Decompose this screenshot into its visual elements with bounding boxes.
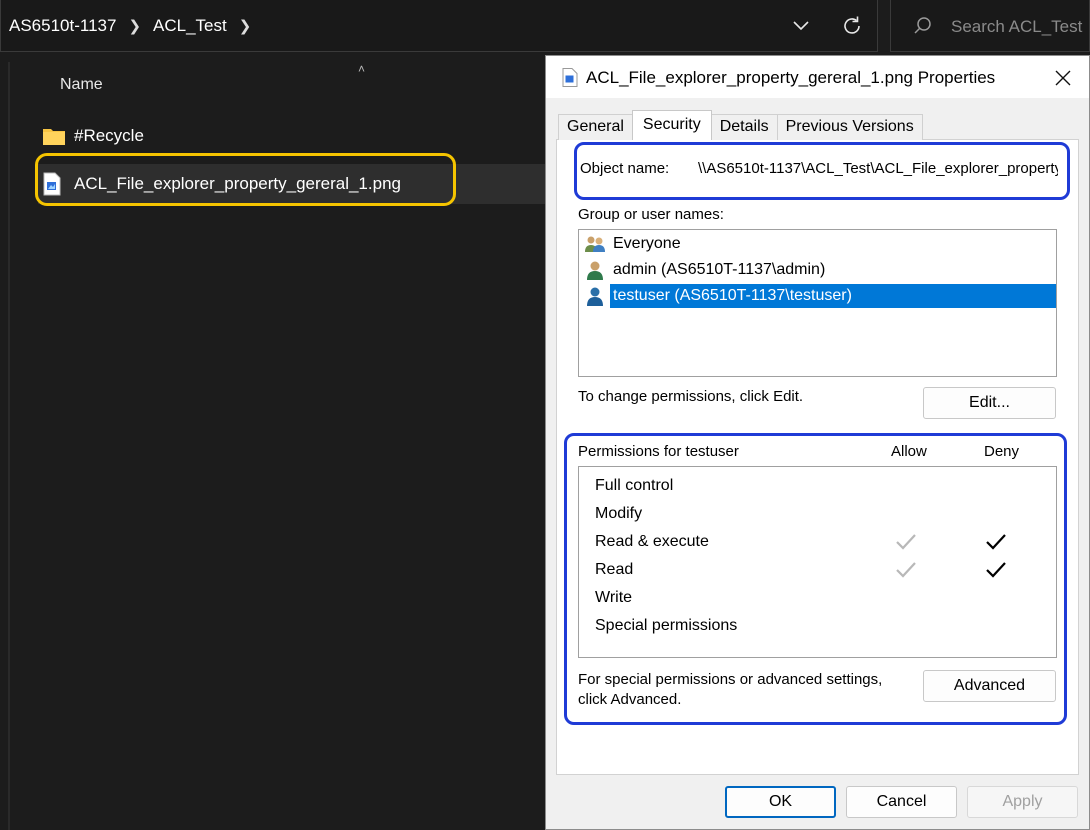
permissions-for-label: Permissions for testuser xyxy=(578,443,739,460)
object-name-box: Object name: \\AS6510t-1137\ACL_Test\ACL… xyxy=(574,142,1070,200)
chevron-right-icon[interactable]: ❯ xyxy=(128,17,141,35)
cancel-button[interactable]: Cancel xyxy=(846,786,957,818)
breadcrumb-item-server[interactable]: AS6510t-1137 xyxy=(9,16,116,36)
allow-read-execute-checkmark-icon xyxy=(896,534,916,550)
permission-read: Read xyxy=(595,561,634,578)
permission-full-control: Full control xyxy=(595,477,674,494)
user-name: Everyone xyxy=(613,235,681,252)
permission-write: Write xyxy=(595,589,633,606)
breadcrumb-item-folder[interactable]: ACL_Test xyxy=(153,16,227,36)
search-box[interactable]: Search ACL_Test xyxy=(890,0,1090,52)
edit-button[interactable]: Edit... xyxy=(923,387,1056,419)
user-icon xyxy=(584,259,606,281)
advanced-hint-line1: For special permissions or advanced sett… xyxy=(578,671,883,688)
list-item-testuser[interactable]: testuser (AS6510T-1137\testuser) xyxy=(584,284,1056,308)
advanced-button[interactable]: Advanced xyxy=(923,670,1056,702)
object-name-label: Object name: xyxy=(580,160,670,177)
group-user-label: Group or user names: xyxy=(578,206,724,223)
list-item[interactable]: #Recycle xyxy=(38,116,550,156)
png-file-icon xyxy=(42,172,66,196)
history-dropdown-button[interactable] xyxy=(787,12,815,40)
column-header-name[interactable]: Name xyxy=(60,76,103,94)
list-item-everyone[interactable]: Everyone xyxy=(584,232,684,256)
search-input[interactable]: Search ACL_Test xyxy=(951,17,1082,37)
refresh-icon xyxy=(844,16,860,34)
user-name: admin (AS6510T-1137\admin) xyxy=(613,261,826,278)
file-name: #Recycle xyxy=(74,126,144,145)
properties-dialog: ACL_File_explorer_property_gereral_1.png… xyxy=(545,55,1090,830)
permission-read-execute: Read & execute xyxy=(595,533,709,550)
breadcrumb: AS6510t-1137 ❯ ACL_Test ❯ xyxy=(9,16,263,36)
close-icon xyxy=(1055,70,1071,86)
dialog-title: ACL_File_explorer_property_gereral_1.png… xyxy=(586,68,996,87)
user-icon xyxy=(584,285,606,307)
object-name-value[interactable]: \\AS6510t-1137\ACL_Test\ACL_File_explore… xyxy=(698,160,1058,177)
change-permissions-hint: To change permissions, click Edit. xyxy=(578,388,804,405)
permissions-list[interactable]: Full control Modify Read & execute Read … xyxy=(578,466,1057,658)
permission-modify: Modify xyxy=(595,505,643,522)
tab-previous-versions[interactable]: Previous Versions xyxy=(776,114,923,140)
group-users-icon xyxy=(584,233,606,255)
search-icon xyxy=(914,17,931,34)
dialog-titlebar[interactable]: ACL_File_explorer_property_gereral_1.png… xyxy=(546,56,1089,98)
file-list: ˄ Name #Recycle ACL_File_explorer_proper… xyxy=(8,62,550,830)
deny-column-header: Deny xyxy=(984,443,1020,460)
file-name: ACL_File_explorer_property_gereral_1.png xyxy=(74,174,401,193)
tab-details[interactable]: Details xyxy=(710,114,778,140)
folder-icon xyxy=(42,126,66,146)
user-name: testuser (AS6510T-1137\testuser) xyxy=(610,284,1056,308)
address-bar[interactable]: AS6510t-1137 ❯ ACL_Test ❯ xyxy=(0,0,878,52)
refresh-button[interactable] xyxy=(838,12,866,40)
deny-read-execute-checkmark-icon xyxy=(986,534,1006,550)
advanced-hint-line2: click Advanced. xyxy=(578,691,682,708)
user-list[interactable]: Everyone admin (AS6510T-1137\admin) test… xyxy=(578,229,1057,377)
chevron-down-icon xyxy=(793,21,809,31)
ok-button[interactable]: OK xyxy=(725,786,836,818)
deny-read-checkmark-icon xyxy=(986,562,1006,578)
png-file-icon xyxy=(562,68,578,92)
tab-security[interactable]: Security xyxy=(631,110,712,140)
tab-bar: General Security Details Previous Versio… xyxy=(558,110,923,140)
allow-read-checkmark-icon xyxy=(896,562,916,578)
permission-special: Special permissions xyxy=(595,617,738,634)
close-button[interactable] xyxy=(1051,66,1075,90)
tab-general[interactable]: General xyxy=(558,114,633,140)
list-item-admin[interactable]: admin (AS6510T-1137\admin) xyxy=(584,258,828,282)
list-item[interactable]: ACL_File_explorer_property_gereral_1.png xyxy=(38,164,550,204)
sort-ascending-icon: ˄ xyxy=(358,62,366,76)
chevron-right-icon[interactable]: ❯ xyxy=(239,17,252,35)
allow-column-header: Allow xyxy=(891,443,927,460)
apply-button[interactable]: Apply xyxy=(967,786,1078,818)
